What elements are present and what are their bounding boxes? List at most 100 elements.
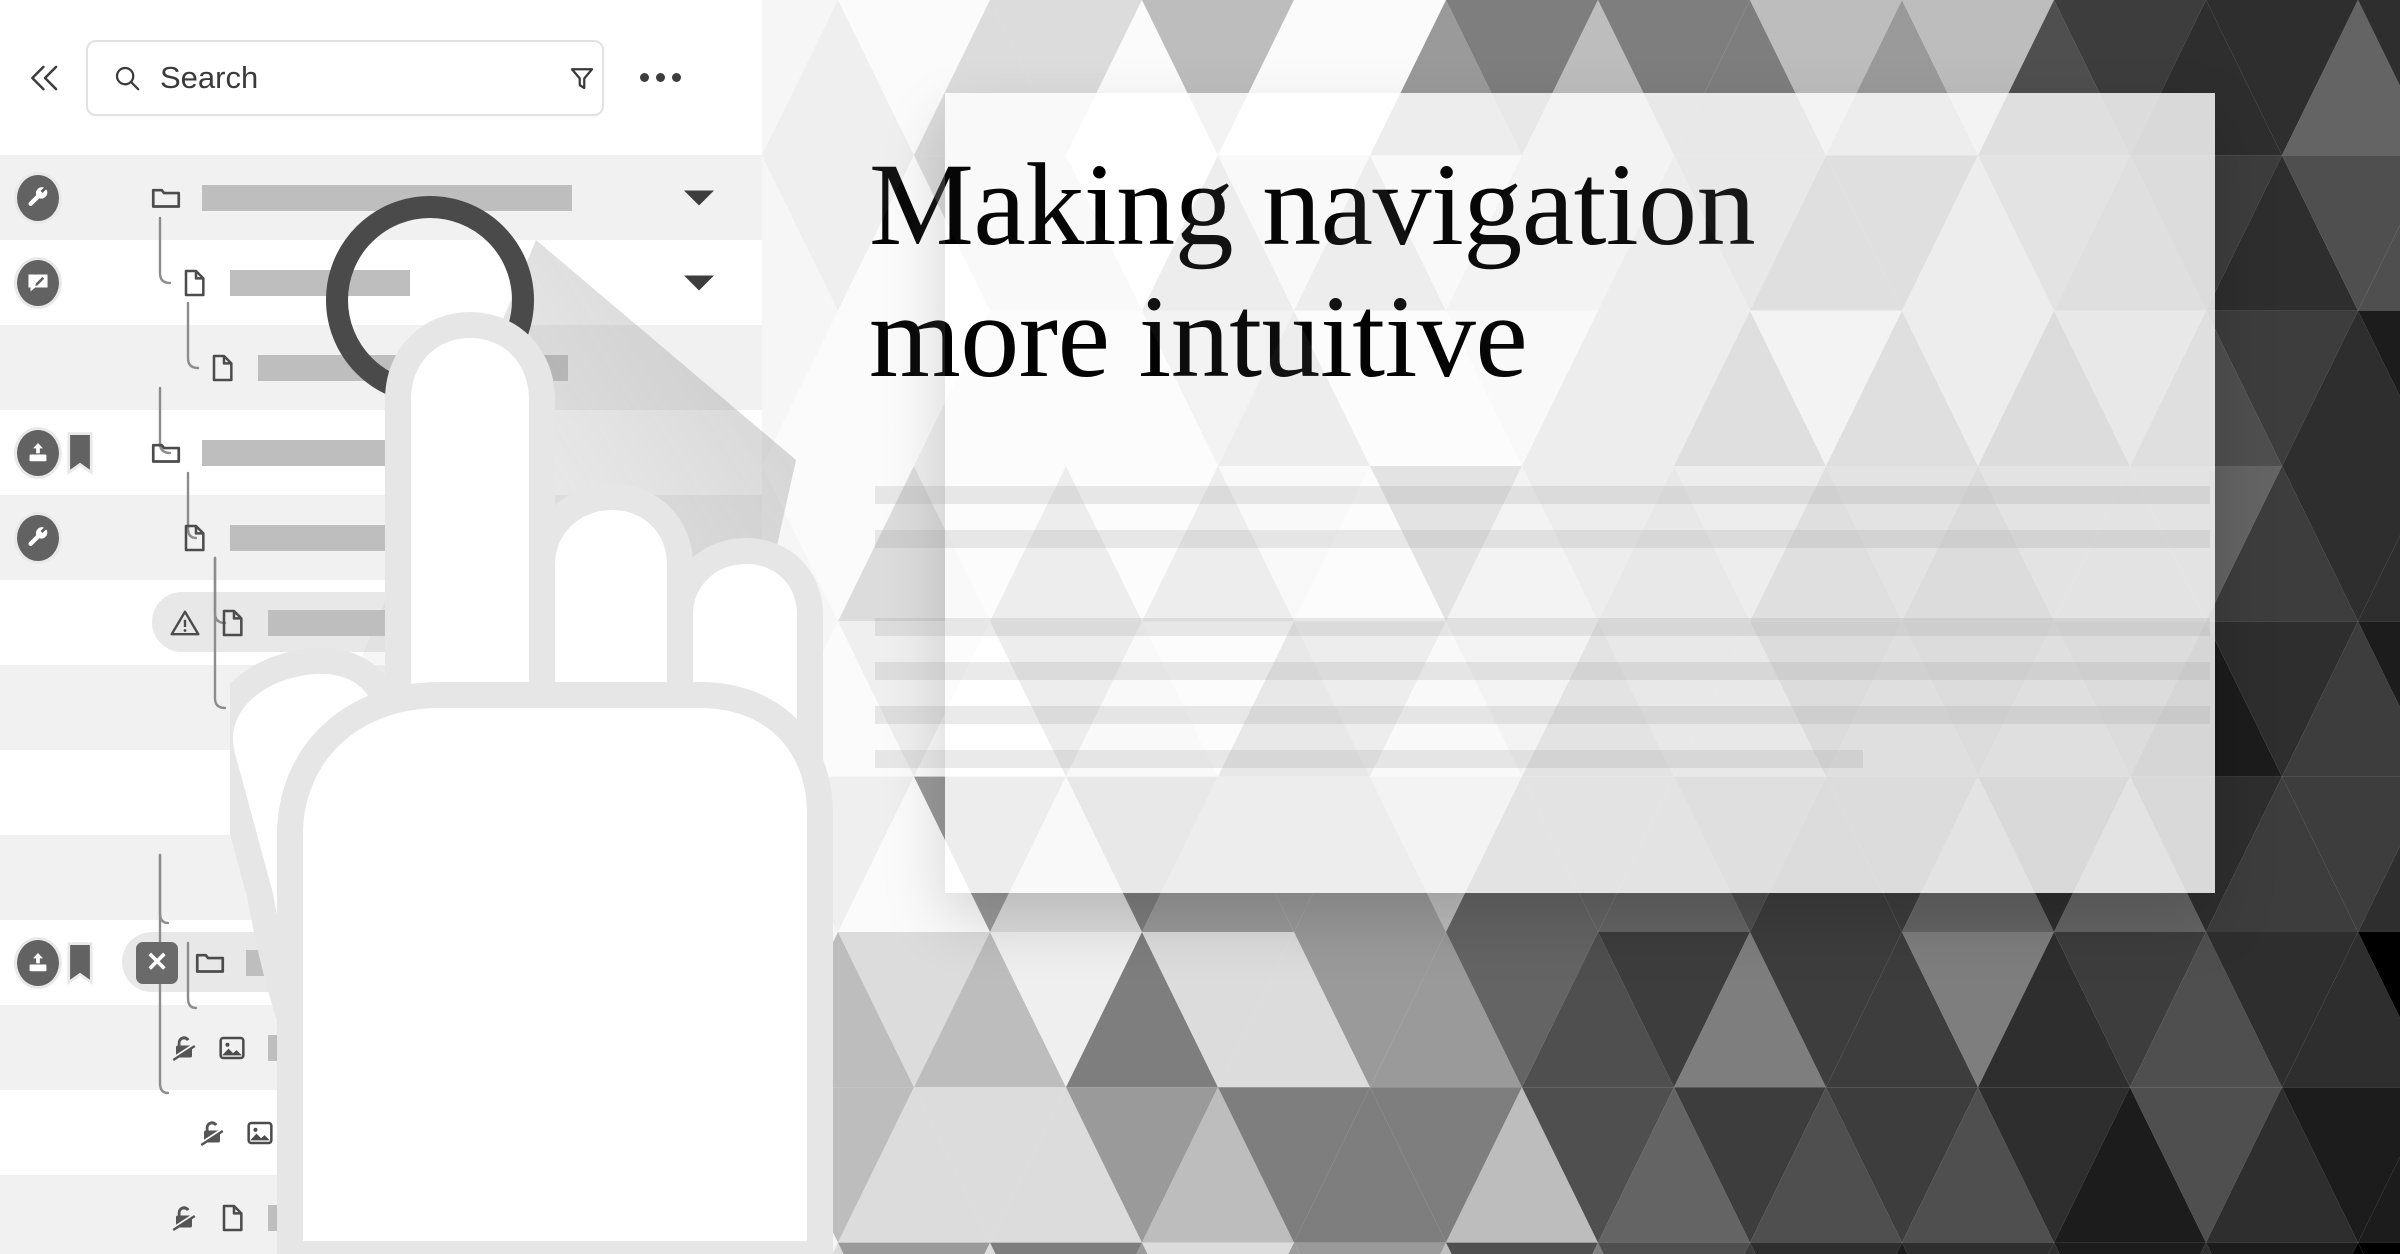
document-card-inner xyxy=(945,93,2215,893)
row-status-gutter xyxy=(0,155,108,240)
comment-edit-icon[interactable] xyxy=(14,256,62,309)
row-status-gutter xyxy=(0,665,108,750)
image-icon xyxy=(210,1022,254,1074)
row-status-gutter xyxy=(0,325,108,410)
row-status-gutter xyxy=(0,240,108,325)
collapse-panel-button[interactable] xyxy=(22,55,68,101)
row-label-placeholder xyxy=(286,694,426,721)
row-status-gutter xyxy=(0,1090,108,1175)
file-icon xyxy=(172,257,216,309)
close-x-icon[interactable]: ✕ xyxy=(136,941,178,984)
bookmark-icon[interactable] xyxy=(58,937,102,989)
row-status-gutter xyxy=(0,1005,108,1090)
row-label-placeholder xyxy=(268,1034,638,1061)
tree-row[interactable] xyxy=(0,325,762,410)
tree-row[interactable] xyxy=(0,580,762,665)
row-content xyxy=(108,155,762,240)
tree-row[interactable] xyxy=(0,495,762,580)
wrench-icon[interactable] xyxy=(14,171,62,224)
row-content xyxy=(108,1005,762,1090)
row-status-gutter xyxy=(0,1175,108,1254)
row-content xyxy=(108,750,762,835)
table-grid-icon xyxy=(228,767,272,819)
upload-icon[interactable] xyxy=(14,426,62,479)
hero-region: Making navigation more intuitive xyxy=(762,0,2400,1254)
pattern-triangle xyxy=(838,1242,990,1254)
row-label-placeholder xyxy=(268,1204,638,1231)
search-box[interactable] xyxy=(86,39,604,116)
folder-icon xyxy=(188,937,232,989)
row-content xyxy=(108,835,762,920)
more-horizontal-icon xyxy=(639,73,649,82)
pattern-triangle xyxy=(1598,1242,1750,1254)
row-label-placeholder xyxy=(258,354,568,381)
file-icon xyxy=(256,852,300,904)
chevron-double-left-icon xyxy=(31,65,58,90)
row-label-placeholder xyxy=(230,524,520,551)
file-icon xyxy=(172,512,216,564)
tree-row[interactable] xyxy=(0,835,762,920)
pattern-triangle xyxy=(1294,1242,1446,1254)
row-status-gutter xyxy=(0,920,108,1005)
pattern-triangle xyxy=(990,1242,1142,1254)
app-window: Making navigation more intuitive Search … xyxy=(0,0,2400,1254)
row-content xyxy=(108,1090,762,1175)
tree-row[interactable] xyxy=(0,750,762,835)
lock-slash-icon[interactable] xyxy=(164,1194,204,1242)
row-status-gutter xyxy=(0,750,108,835)
lock-slash-icon[interactable] xyxy=(164,1024,204,1072)
lock-slash-icon[interactable] xyxy=(192,1109,232,1157)
row-content xyxy=(108,325,762,410)
bookmark-icon[interactable] xyxy=(58,427,102,479)
row-status-gutter xyxy=(0,495,108,580)
more-horizontal-icon xyxy=(671,73,681,82)
folder-icon xyxy=(144,172,188,224)
search-input[interactable] xyxy=(158,58,561,97)
file-tree: ✕ xyxy=(0,155,762,1254)
row-content xyxy=(108,410,762,495)
warning-triangle-icon[interactable] xyxy=(164,597,206,649)
row-content xyxy=(108,1175,762,1254)
tree-row[interactable] xyxy=(0,410,762,495)
pattern-triangle xyxy=(2358,1242,2400,1254)
tree-row[interactable] xyxy=(0,1175,762,1254)
folder-icon xyxy=(144,427,188,479)
row-status-gutter xyxy=(0,835,108,920)
tree-row[interactable] xyxy=(0,1090,762,1175)
upload-icon[interactable] xyxy=(14,936,62,989)
file-icon xyxy=(200,342,244,394)
row-status-gutter xyxy=(0,580,108,665)
row-status-gutter xyxy=(0,410,108,495)
image-icon xyxy=(238,1107,282,1159)
file-icon xyxy=(210,1192,254,1244)
row-content xyxy=(108,665,762,750)
chevron-down-icon[interactable] xyxy=(684,190,714,205)
file-icon xyxy=(210,597,254,649)
navigation-panel: ✕ xyxy=(0,0,762,1254)
tree-row[interactable] xyxy=(0,1005,762,1090)
overflow-menu-button[interactable] xyxy=(632,50,688,106)
file-icon xyxy=(228,682,272,734)
tree-row[interactable] xyxy=(0,665,762,750)
pattern-triangle xyxy=(1446,1242,1598,1254)
pattern-triangle xyxy=(1142,1242,1294,1254)
search-icon xyxy=(112,63,142,93)
row-content xyxy=(108,240,762,325)
row-content xyxy=(108,580,762,665)
wrench-icon[interactable] xyxy=(14,511,62,564)
row-label-placeholder xyxy=(230,269,410,296)
document-card xyxy=(945,93,2215,893)
filter-icon[interactable] xyxy=(567,63,597,93)
pattern-triangle xyxy=(1902,1242,2054,1254)
row-content xyxy=(108,495,762,580)
tree-row[interactable]: ✕ xyxy=(0,920,762,1005)
row-label-placeholder xyxy=(314,864,444,891)
tree-row[interactable] xyxy=(0,155,762,240)
pattern-triangle xyxy=(2206,1242,2358,1254)
more-horizontal-icon xyxy=(655,73,665,82)
chevron-down-icon[interactable] xyxy=(684,275,714,290)
row-label-placeholder xyxy=(268,609,388,636)
tree-row[interactable] xyxy=(0,240,762,325)
row-label-placeholder xyxy=(202,184,572,211)
row-label-placeholder xyxy=(246,949,586,976)
